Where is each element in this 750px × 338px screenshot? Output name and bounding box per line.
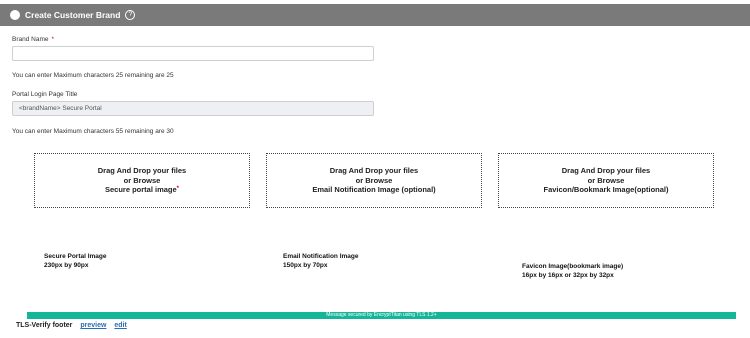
dropzone-line-1: Drag And Drop your files xyxy=(329,166,419,176)
dropzone-browse[interactable]: or Browse xyxy=(124,176,161,186)
dropzone-caption: Secure portal image* xyxy=(105,185,179,195)
dropzone-caption: Favicon/Bookmark Image(optional) xyxy=(543,185,669,195)
footer-label: TLS-Verify footer xyxy=(16,322,73,329)
brand-name-label: Brand Name * xyxy=(12,36,54,43)
footer-preview-bar: Message secured by EncryptTitan using TL… xyxy=(27,312,736,319)
brand-circle-icon xyxy=(10,10,20,20)
page-title: Create Customer Brand xyxy=(25,10,121,20)
footer-links: TLS-Verify footer preview edit xyxy=(16,322,127,329)
email-notification-image-spec: Email Notification Image 150px by 70px xyxy=(283,252,359,270)
dropzone-caption-text: Secure portal image xyxy=(104,185,177,195)
brand-name-helper-text: You can enter Maximum characters 25 rema… xyxy=(12,72,174,79)
email-notification-image-dropzone[interactable]: Drag And Drop your files or Browse Email… xyxy=(266,153,482,208)
favicon-image-dropzone[interactable]: Drag And Drop your files or Browse Favic… xyxy=(498,153,714,208)
spec-size: 230px by 90px xyxy=(44,262,89,269)
footer-edit-link[interactable]: edit xyxy=(114,322,126,329)
required-marker: * xyxy=(51,36,55,43)
portal-title-input[interactable]: <brandName> Secure Portal xyxy=(12,101,374,116)
footer-preview-link[interactable]: preview xyxy=(80,322,106,329)
spec-size: 150px by 70px xyxy=(283,262,328,269)
portal-title-label: Portal Login Page Title xyxy=(12,91,78,98)
dropzone-browse[interactable]: or Browse xyxy=(356,176,393,186)
dropzone-line-1: Drag And Drop your files xyxy=(561,166,651,176)
help-icon[interactable]: ? xyxy=(125,10,136,20)
brand-name-label-text: Brand Name xyxy=(12,36,49,43)
brand-name-input[interactable] xyxy=(12,46,374,61)
secure-portal-image-dropzone[interactable]: Drag And Drop your files or Browse Secur… xyxy=(34,153,250,208)
spec-title: Favicon Image(bookmark image) xyxy=(522,263,624,270)
spec-title: Secure Portal Image xyxy=(44,253,107,260)
dropzone-caption: Email Notification Image (optional) xyxy=(312,185,436,195)
dropzone-browse[interactable]: or Browse xyxy=(588,176,625,186)
dropzone-line-1: Drag And Drop your files xyxy=(97,166,187,176)
spec-title: Email Notification Image xyxy=(283,253,359,260)
required-marker: * xyxy=(176,186,180,193)
favicon-image-spec: Favicon Image(bookmark image) 16px by 16… xyxy=(522,262,623,280)
page-header: Create Customer Brand ? xyxy=(0,4,750,26)
portal-title-helper-text: You can enter Maximum characters 55 rema… xyxy=(12,128,174,135)
spec-size: 16px by 16px or 32px by 32px xyxy=(522,272,614,279)
secure-portal-image-spec: Secure Portal Image 230px by 90px xyxy=(44,252,107,270)
